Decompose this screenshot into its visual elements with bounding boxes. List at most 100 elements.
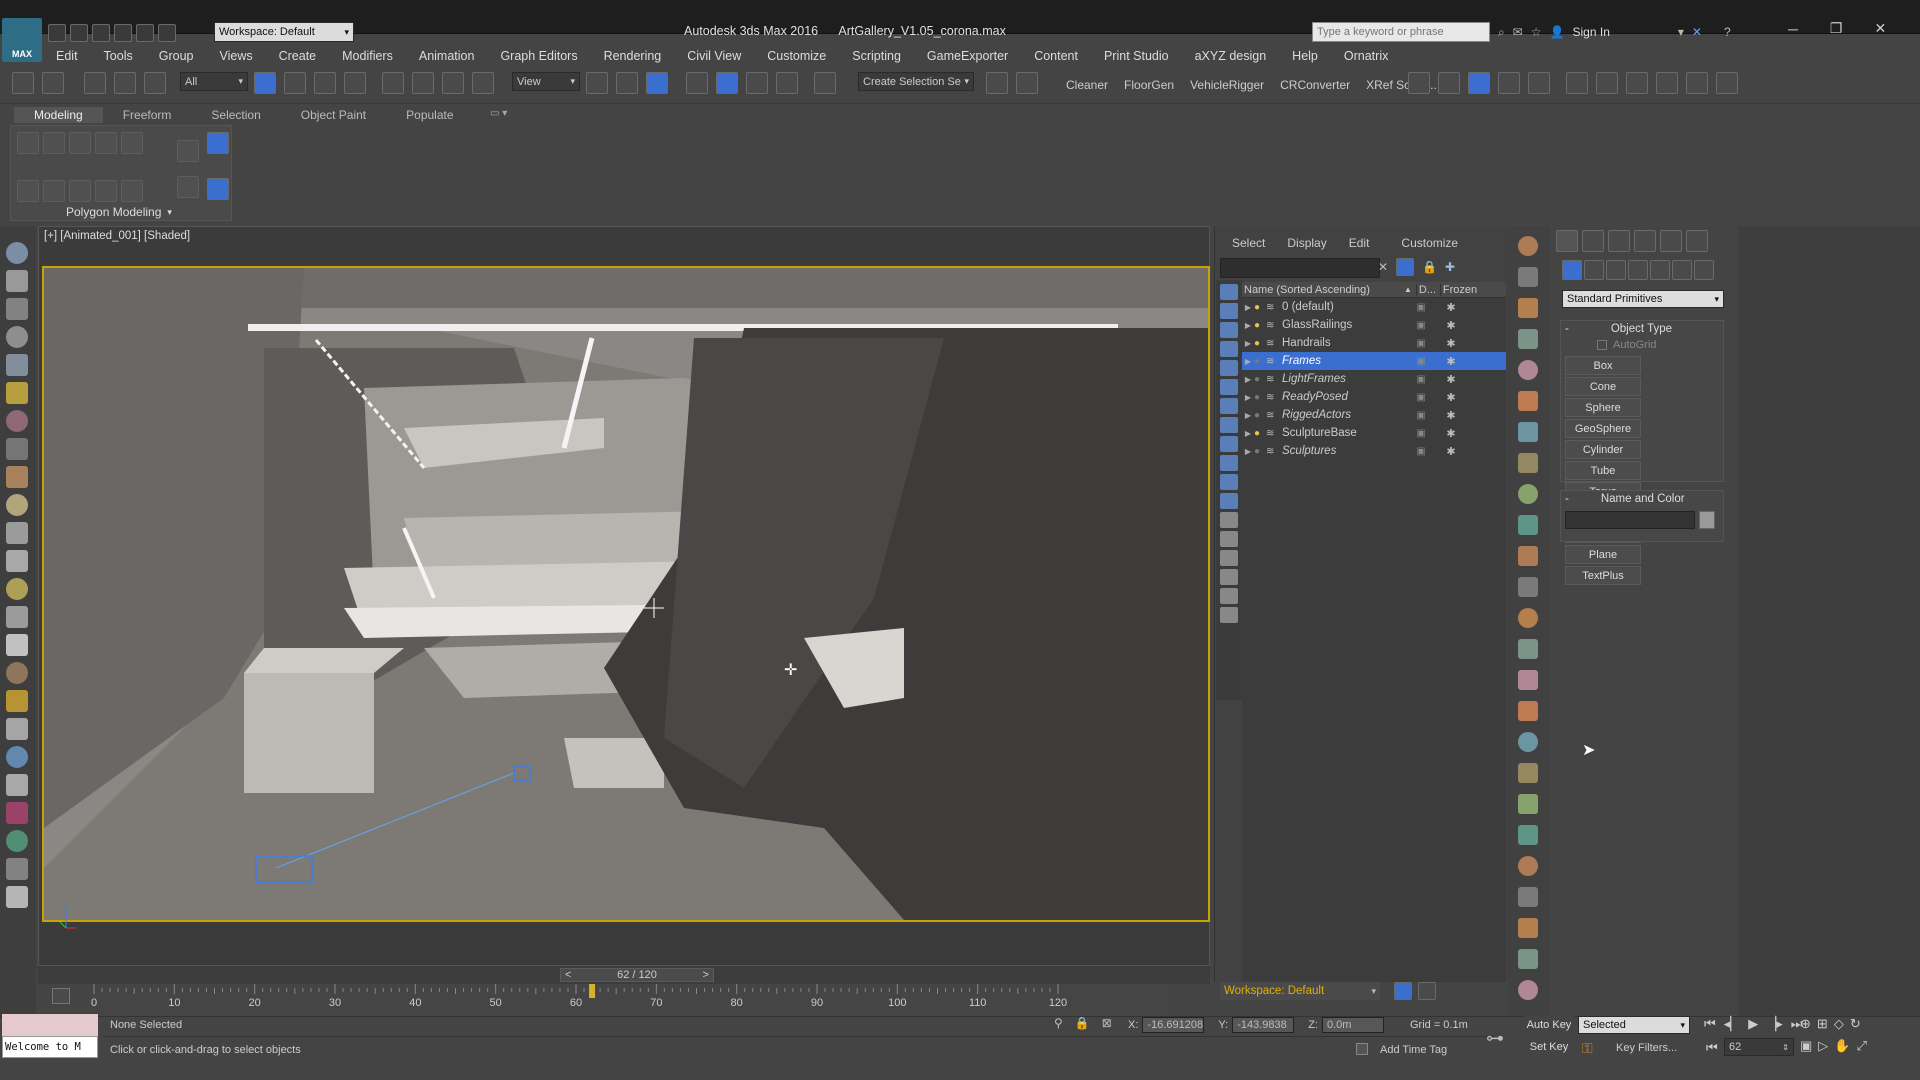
shelf-render-icon[interactable]	[1518, 608, 1538, 628]
scale-icon[interactable]	[442, 72, 464, 94]
viewport[interactable]	[42, 266, 1210, 922]
viewport-label[interactable]: [+] [Animated_001] [Shaded]	[44, 230, 190, 242]
plant-icon[interactable]	[6, 774, 28, 796]
invert-display-icon[interactable]	[1220, 550, 1238, 566]
create-tube-button[interactable]: Tube	[1565, 461, 1641, 480]
shelf-cluster-icon[interactable]	[1518, 701, 1538, 721]
modify-mode-icon[interactable]	[17, 180, 39, 202]
current-frame-field[interactable]: 62 ⇕	[1724, 1038, 1794, 1056]
display-all-icon[interactable]	[1220, 512, 1238, 528]
collapse-stack-icon[interactable]	[207, 132, 229, 154]
new-file-icon[interactable]	[48, 24, 66, 42]
particle-icon[interactable]	[6, 662, 28, 684]
set-key-button[interactable]: Set Key	[1524, 1038, 1574, 1056]
expand-arrow-icon[interactable]: ▶	[1242, 375, 1254, 384]
display-toggle-icon[interactable]: ▣	[1406, 356, 1436, 367]
undo-icon[interactable]	[12, 72, 34, 94]
shelf-comb-icon[interactable]	[1518, 391, 1538, 411]
create-cylinder-button[interactable]: Cylinder	[1565, 440, 1641, 459]
selection-lock-icon[interactable]: 🔒	[1075, 1016, 1090, 1030]
display-bones-icon[interactable]	[1220, 436, 1238, 452]
shelf-scatter-icon[interactable]	[1518, 794, 1538, 814]
shelf-ground-icon[interactable]	[1518, 670, 1538, 690]
angle-snap-icon[interactable]	[716, 72, 738, 94]
spinner-snap-icon[interactable]	[776, 72, 798, 94]
freeze-toggle-icon[interactable]: ✱	[1436, 319, 1466, 332]
script-button-crconverter[interactable]: CRConverter	[1280, 78, 1350, 92]
app-logo[interactable]: MAX	[2, 18, 42, 62]
object-color-swatch[interactable]	[1699, 511, 1715, 529]
save-icon[interactable]	[92, 24, 110, 42]
render-in-cloud-icon[interactable]	[1716, 72, 1738, 94]
expand-arrow-icon[interactable]: ▶	[1242, 429, 1254, 438]
menu-content[interactable]: Content	[1034, 49, 1078, 63]
shelf-cut-icon[interactable]	[1518, 577, 1538, 597]
modify-icon[interactable]	[6, 270, 28, 292]
light-bulb-on-icon[interactable]: ●	[1254, 302, 1266, 313]
time-slider[interactable]: < 62 / 120 >	[560, 968, 714, 982]
expand-arrow-icon[interactable]: ▶	[1242, 447, 1254, 456]
display-toggle-icon[interactable]: ▣	[1406, 428, 1436, 439]
create-textplus-button[interactable]: TextPlus	[1565, 566, 1641, 585]
manipulate-icon[interactable]	[616, 72, 638, 94]
material-editor-icon[interactable]	[1566, 72, 1588, 94]
close-icon[interactable]: ✕	[1874, 20, 1886, 37]
create-plane-button[interactable]: Plane	[1565, 545, 1641, 564]
create-geosphere-button[interactable]: GeoSphere	[1565, 419, 1641, 438]
object-type-title[interactable]: Object Type	[1611, 323, 1672, 335]
globe-icon[interactable]	[6, 746, 28, 768]
star-icon[interactable]: ☆	[1531, 25, 1542, 39]
display-toggle-icon[interactable]: ▣	[1406, 374, 1436, 385]
set-key-mode-icon[interactable]: ⊶	[1486, 1028, 1504, 1049]
time-config-icon[interactable]: ▣	[1800, 1038, 1812, 1054]
link-icon[interactable]	[84, 72, 106, 94]
grow-icon[interactable]	[69, 180, 91, 202]
shelf-curl-icon[interactable]	[1518, 453, 1538, 473]
create-tab-icon[interactable]	[1556, 230, 1578, 252]
shelf-frizz-icon[interactable]	[1518, 484, 1538, 504]
lock-icon[interactable]: 🔒	[1422, 260, 1437, 274]
field-of-view-icon[interactable]: ◇	[1834, 1016, 1844, 1032]
scene-explorer-icon[interactable]	[1468, 72, 1490, 94]
add-time-tag[interactable]: Add Time Tag	[1380, 1044, 1447, 1056]
shelf-guides-icon[interactable]	[1518, 639, 1538, 659]
menu-help[interactable]: Help	[1292, 49, 1318, 63]
walk-through-icon[interactable]: ▷	[1818, 1038, 1828, 1054]
menu-create[interactable]: Create	[279, 49, 317, 63]
orbit-icon[interactable]: ↻	[1850, 1016, 1861, 1032]
shelf-teapot-icon[interactable]	[1518, 236, 1538, 256]
collapse-icon[interactable]: -	[1565, 323, 1569, 335]
cameras-icon[interactable]	[1628, 260, 1648, 280]
expand-arrow-icon[interactable]: ▶	[1242, 357, 1254, 366]
script-button-vehiclerigger[interactable]: VehicleRigger	[1190, 78, 1264, 92]
menu-print-studio[interactable]: Print Studio	[1104, 49, 1169, 63]
layer-row[interactable]: ▶ ● ≋ GlassRailings ▣ ✱	[1242, 316, 1506, 334]
select-by-name-icon[interactable]	[284, 72, 306, 94]
chevron-down-icon[interactable]: ▾	[1678, 25, 1684, 39]
shelf-mesh-icon[interactable]	[1518, 949, 1538, 969]
auto-key-button[interactable]: Auto Key	[1524, 1016, 1574, 1034]
timeline-track[interactable]: 0 10 20 30 40 50 60 70 80 90 100 110 120	[88, 984, 1168, 1014]
display-frozen-icon[interactable]	[1220, 474, 1238, 490]
layer-row[interactable]: ▶ ● ≋ Sculptures ▣ ✱	[1242, 442, 1506, 460]
workspace-dropdown[interactable]: Workspace: Default ▾	[214, 22, 354, 42]
bind-space-warp-icon[interactable]	[144, 72, 166, 94]
expand-arrow-icon[interactable]: ▶	[1242, 303, 1254, 312]
workspace-selector[interactable]: Workspace: Default ▾	[1220, 982, 1380, 1000]
helper-icon[interactable]	[6, 466, 28, 488]
shelf-clump-icon[interactable]	[1518, 515, 1538, 535]
menu-views[interactable]: Views	[219, 49, 252, 63]
shapes-icon[interactable]	[1584, 260, 1604, 280]
light-bulb-on-icon[interactable]: ●	[1254, 428, 1266, 439]
menu-civil-view[interactable]: Civil View	[687, 49, 741, 63]
script-button-floorgen[interactable]: FloorGen	[1124, 78, 1174, 92]
create-icon[interactable]	[6, 242, 28, 264]
explorer-tab-edit[interactable]: Edit	[1349, 236, 1370, 250]
helpers-icon[interactable]	[1650, 260, 1670, 280]
render-iterative-icon[interactable]	[1686, 72, 1708, 94]
selection-filter-dropdown[interactable]: All ▾	[180, 72, 248, 91]
sun-icon[interactable]	[6, 606, 28, 628]
rectangular-selection-icon[interactable]	[314, 72, 336, 94]
key-mode-toggle-icon[interactable]: ⏮	[1706, 1040, 1718, 1056]
help-icon[interactable]: ?	[1724, 25, 1731, 39]
